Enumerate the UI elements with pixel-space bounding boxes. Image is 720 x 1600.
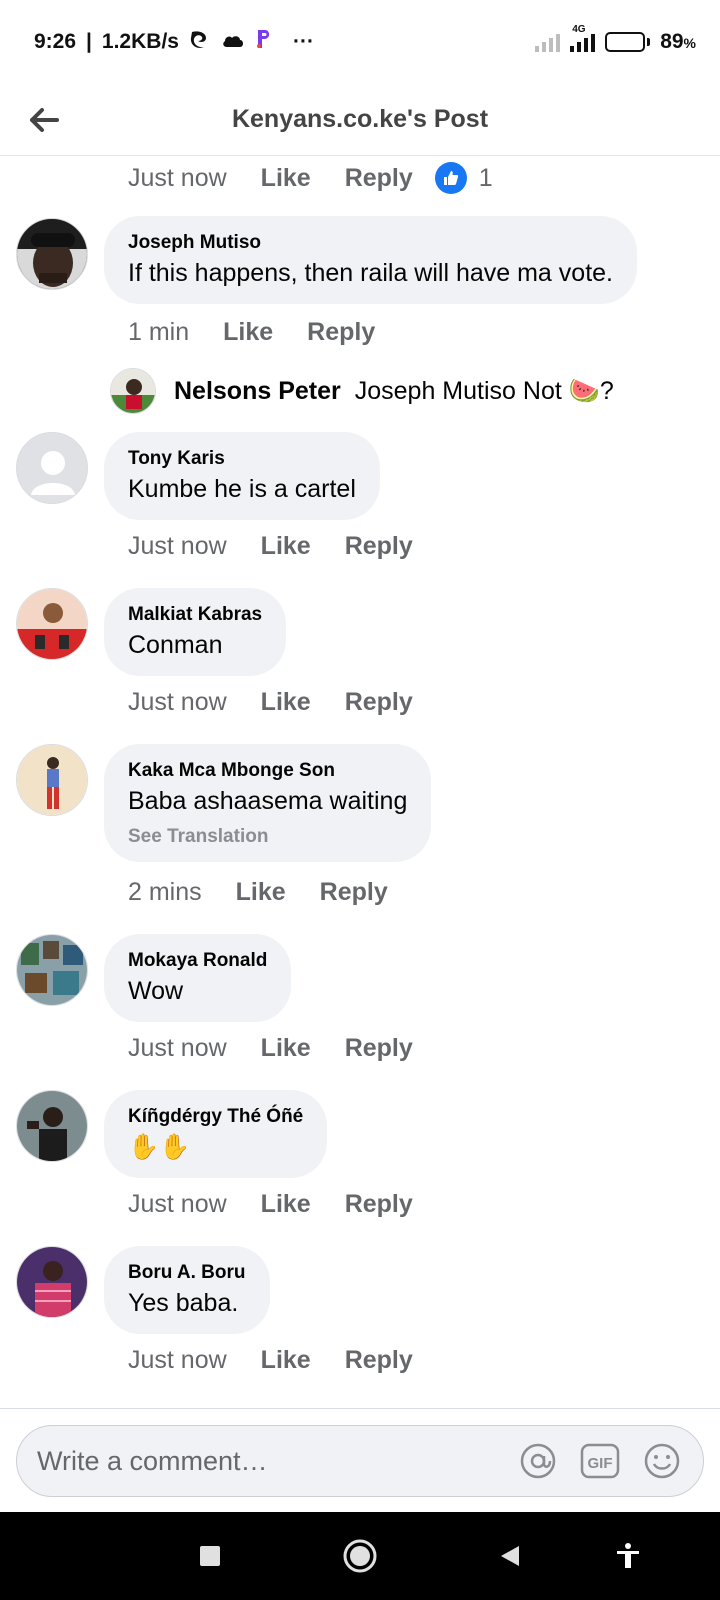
- smiley-icon[interactable]: [641, 1440, 683, 1482]
- reply-button[interactable]: Reply: [320, 878, 388, 907]
- comment-text: Conman: [128, 631, 223, 659]
- comment-text: If this happens, then raila will have ma…: [128, 259, 613, 287]
- battery-level: 89%: [660, 30, 696, 53]
- comment-text: Yes baba.: [128, 1289, 239, 1317]
- avatar[interactable]: [16, 432, 88, 504]
- at-icon[interactable]: [517, 1440, 559, 1482]
- status-right: 4G 89%: [535, 24, 696, 54]
- see-translation-link[interactable]: See Translation: [128, 826, 407, 848]
- comments-feed[interactable]: Just now Like Reply 1 Joseph Mutiso If t…: [0, 156, 720, 1408]
- triangle-back-icon[interactable]: [488, 1534, 532, 1578]
- comment-author[interactable]: Boru A. Boru: [128, 1260, 246, 1286]
- avatar[interactable]: [16, 744, 88, 816]
- comment-bubble[interactable]: Kíñgdérgy Thé Óñé ✋✋: [104, 1090, 328, 1178]
- signal-1-icon: [535, 32, 561, 52]
- like-number: 1: [478, 163, 493, 192]
- like-count[interactable]: 1: [434, 162, 493, 194]
- cloud-icon: [221, 30, 245, 54]
- reply-button[interactable]: Reply: [345, 688, 413, 717]
- network-type: 4G: [572, 24, 586, 35]
- comment-time: Just now: [128, 688, 227, 716]
- comment-bubble[interactable]: Joseph Mutiso If this happens, then rail…: [104, 216, 637, 304]
- accessibility-icon[interactable]: [606, 1534, 650, 1578]
- comment-time: 2 mins: [128, 878, 202, 906]
- more-notifications-icon: ···: [292, 30, 314, 53]
- comment-meta: Just now Like Reply: [128, 532, 413, 561]
- post-header: Kenyans.co.ke's Post: [0, 84, 720, 156]
- back-arrow-icon[interactable]: [28, 104, 60, 136]
- circle-icon[interactable]: [338, 1534, 382, 1578]
- comment-text: Kumbe he is a cartel: [128, 475, 356, 503]
- reply-button[interactable]: Reply: [345, 532, 413, 561]
- net-speed: 1.2KB/s: [101, 30, 179, 53]
- system-nav-bar: [0, 1512, 720, 1600]
- comment-time: Just now: [128, 1346, 227, 1374]
- comment-bubble[interactable]: Kaka Mca Mbonge Son Baba ashaasema waiti…: [104, 744, 432, 862]
- comment-author[interactable]: Kíñgdérgy Thé Óñé: [128, 1104, 303, 1130]
- like-button[interactable]: Like: [223, 318, 273, 347]
- comment-author[interactable]: Tony Karis: [128, 446, 356, 472]
- like-button[interactable]: Like: [261, 688, 311, 717]
- reply-author[interactable]: Nelsons Peter: [174, 377, 341, 406]
- comment-meta: 1 min Like Reply: [128, 318, 375, 347]
- separator: |: [86, 30, 92, 53]
- comment-author[interactable]: Kaka Mca Mbonge Son: [128, 758, 407, 784]
- like-button[interactable]: Like: [261, 164, 311, 193]
- reply-button[interactable]: Reply: [345, 1034, 413, 1063]
- comment-time: Just now: [128, 1190, 227, 1218]
- comment-time: Just now: [128, 163, 227, 192]
- comment-author[interactable]: Malkiat Kabras: [128, 602, 262, 628]
- status-left: 9:26 | 1.2KB/s ···: [34, 28, 314, 56]
- signal-2-icon: 4G: [570, 24, 596, 52]
- comment-text: ✋✋: [128, 1133, 191, 1161]
- comment-time: Just now: [128, 1034, 227, 1062]
- comment-bubble[interactable]: Mokaya Ronald Wow: [104, 934, 292, 1022]
- like-button[interactable]: Like: [261, 1034, 311, 1063]
- reply-button[interactable]: Reply: [307, 318, 375, 347]
- avatar[interactable]: [16, 934, 88, 1006]
- comment-input-box[interactable]: GIF: [16, 1425, 704, 1497]
- comment-composer: GIF: [0, 1408, 720, 1512]
- battery-icon: [605, 32, 651, 52]
- comment-meta: Just now Like Reply: [128, 1190, 413, 1219]
- like-button[interactable]: Like: [236, 878, 286, 907]
- comment-bubble[interactable]: Tony Karis Kumbe he is a cartel: [104, 432, 380, 520]
- avatar[interactable]: [16, 1090, 88, 1162]
- comment-author[interactable]: Mokaya Ronald: [128, 948, 267, 974]
- reply-button[interactable]: Reply: [345, 164, 413, 193]
- comment-meta: Just now Like Reply: [128, 1034, 413, 1063]
- avatar[interactable]: [16, 218, 88, 290]
- comment-time: Just now: [128, 532, 227, 560]
- avatar[interactable]: [110, 368, 156, 414]
- gif-icon[interactable]: GIF: [579, 1440, 621, 1482]
- status-bar: 9:26 | 1.2KB/s ··· 4G 89%: [0, 0, 720, 84]
- comment-meta: Just now Like Reply: [128, 688, 413, 717]
- comment-meta: 2 mins Like Reply: [128, 878, 388, 907]
- like-button[interactable]: Like: [261, 1190, 311, 1219]
- app-p-icon: [255, 28, 273, 56]
- comment-meta: Just now Like Reply 1: [128, 162, 493, 194]
- app-notification-icon: [189, 28, 211, 56]
- reply-button[interactable]: Reply: [345, 1346, 413, 1375]
- like-button[interactable]: Like: [261, 1346, 311, 1375]
- reply-button[interactable]: Reply: [345, 1190, 413, 1219]
- avatar[interactable]: [16, 1246, 88, 1318]
- comment-bubble[interactable]: Malkiat Kabras Conman: [104, 588, 287, 676]
- reply-text: Joseph Mutiso Not 🍉?: [354, 376, 614, 405]
- comment-input[interactable]: [37, 1445, 497, 1477]
- comment-meta: Just now Like Reply: [128, 1346, 413, 1375]
- comment-text: Baba ashaasema waiting: [128, 787, 408, 815]
- square-icon[interactable]: [188, 1534, 232, 1578]
- like-icon: [434, 162, 467, 194]
- clock: 9:26: [34, 30, 77, 53]
- comment-bubble[interactable]: Boru A. Boru Yes baba.: [104, 1246, 270, 1334]
- comment-text: Wow: [128, 977, 184, 1005]
- avatar[interactable]: [16, 588, 88, 660]
- svg-text:GIF: GIF: [588, 1455, 613, 1472]
- comment-time: 1 min: [128, 318, 190, 346]
- comment-author[interactable]: Joseph Mutiso: [128, 230, 613, 256]
- like-button[interactable]: Like: [261, 532, 311, 561]
- page-title: Kenyans.co.ke's Post: [231, 105, 489, 133]
- reply-preview[interactable]: Nelsons Peter Joseph Mutiso Not 🍉?: [110, 368, 614, 414]
